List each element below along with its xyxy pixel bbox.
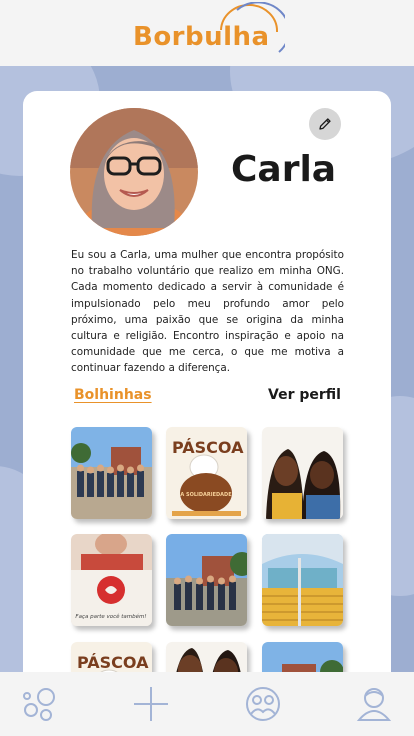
avatar: [70, 108, 198, 236]
edit-profile-button[interactable]: [309, 108, 341, 140]
post-tile[interactable]: [71, 427, 152, 519]
nav-bubbles-button[interactable]: [20, 684, 60, 724]
avatar-image: [70, 108, 198, 236]
nav-add-button[interactable]: [131, 684, 171, 724]
sign-photo-image: Faça parte você também!: [71, 534, 152, 626]
profile-name: Carla: [231, 149, 337, 190]
poster-title: PÁSCOA: [77, 653, 149, 672]
post-tile[interactable]: [262, 427, 343, 519]
post-tile[interactable]: [262, 534, 343, 626]
profile-bio: Eu sou a Carla, uma mulher que encontra …: [71, 249, 344, 375]
plus-icon: [134, 687, 168, 721]
nav-community-button[interactable]: [243, 684, 283, 724]
tab-ver-perfil[interactable]: Ver perfil: [268, 387, 341, 403]
building-photo-image: [262, 534, 343, 626]
bubbles-icon: [23, 688, 55, 721]
sign-caption: Faça parte você também!: [75, 613, 146, 620]
profile-card: Carla Eu sou a Carla, uma mulher que enc…: [23, 91, 391, 711]
pencil-icon: [319, 118, 331, 130]
community-icon: [246, 687, 280, 721]
nav-profile-button[interactable]: [354, 684, 394, 724]
tab-bolhinhas[interactable]: Bolhinhas: [74, 387, 152, 403]
app-logo[interactable]: Borbulha: [133, 22, 270, 52]
post-tile[interactable]: [166, 534, 247, 626]
illustration-image: [262, 427, 343, 519]
post-tile[interactable]: PÁSCOA A SOLIDARIEDADE: [166, 427, 247, 519]
poster-subtitle: A SOLIDARIEDADE: [180, 492, 232, 498]
poster-title: PÁSCOA: [172, 438, 244, 457]
easter-poster-image: PÁSCOA A SOLIDARIEDADE: [166, 427, 247, 519]
post-tile[interactable]: Faça parte você também!: [71, 534, 152, 626]
group-photo-image: [71, 427, 152, 519]
bottom-nav: [0, 672, 414, 736]
profile-icon: [356, 688, 392, 721]
group-photo-image: [166, 534, 247, 626]
app-header: Borbulha: [0, 0, 414, 66]
